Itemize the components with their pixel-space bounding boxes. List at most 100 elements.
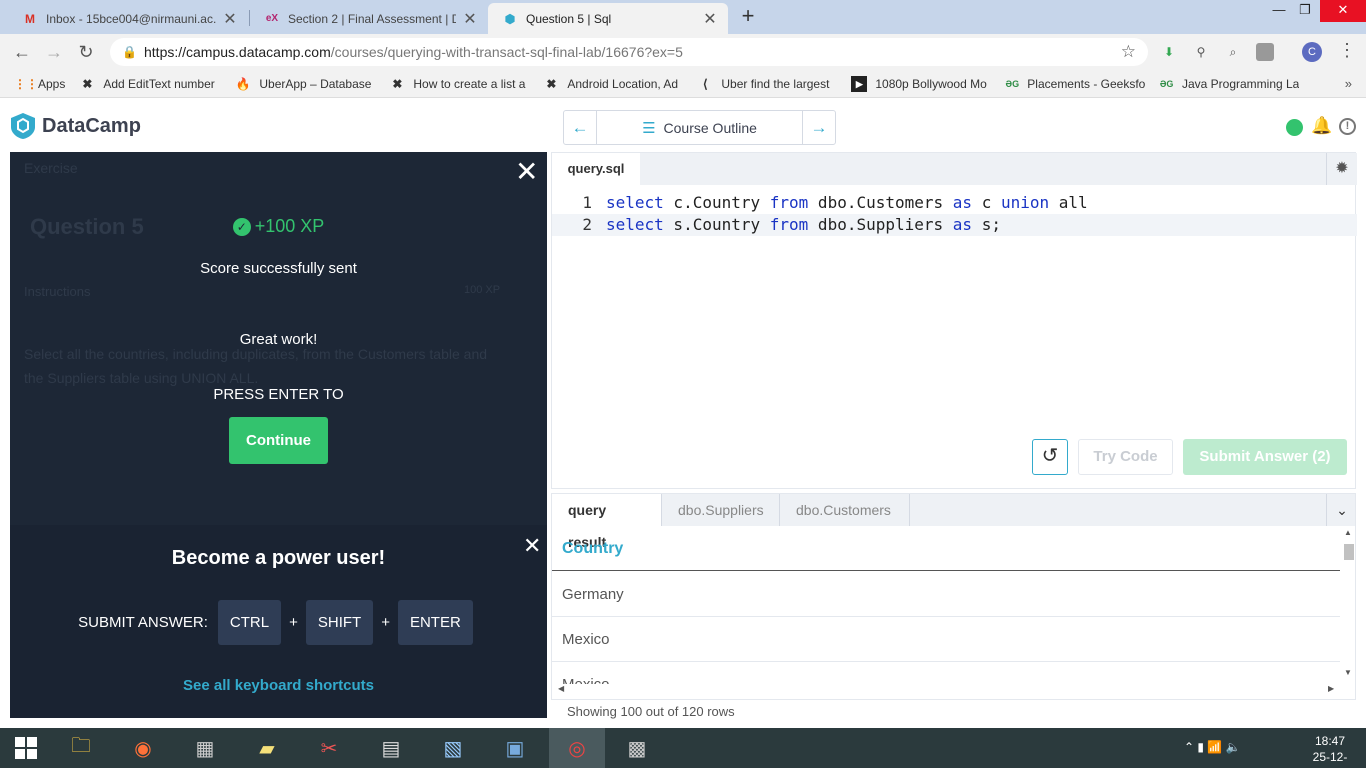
app-grid-icon[interactable]: ▩ — [621, 732, 653, 764]
bookmark-item[interactable]: ƏG Placements - Geeksfo — [1005, 76, 1146, 92]
sticky-notes-icon[interactable]: ▰ — [251, 732, 283, 764]
tab-title: Question 5 | Sql — [526, 11, 612, 26]
chrome-icon[interactable]: ◎ — [549, 728, 605, 768]
bookmark-item[interactable]: 🔥 UberApp – Database — [235, 76, 375, 92]
play-icon: ▶ — [851, 75, 868, 92]
address-bar[interactable]: 🔒 https://campus.datacamp.com/courses/qu… — [110, 38, 1148, 66]
window-close-button[interactable]: ✕ — [1320, 0, 1366, 22]
url-path: /courses/querying-with-transact-sql-fina… — [330, 44, 683, 60]
list-icon: ☰ — [642, 119, 656, 137]
scroll-up-icon[interactable]: ▲ — [1344, 528, 1352, 537]
scroll-thumb[interactable] — [1344, 544, 1354, 560]
geeksforgeeks-icon: ƏG — [1159, 78, 1174, 89]
bookmarks-bar: ⋮⋮ Apps ✖ Add EditText number 🔥 UberApp – D… — [0, 70, 1366, 98]
datacamp-shield-icon — [11, 113, 35, 139]
row-count-text: Showing 100 out of 120 rows — [567, 704, 735, 719]
course-outline-button[interactable]: ☰ Course Outline — [596, 111, 803, 144]
scroll-down-icon[interactable]: ▼ — [1344, 668, 1352, 677]
modal-close-icon[interactable]: ✕ — [515, 158, 538, 186]
brand-name: DataCamp — [42, 114, 141, 137]
close-icon[interactable]: ✕ — [702, 9, 718, 29]
new-tab-button[interactable]: + — [737, 5, 759, 27]
ghost-instructions-label: Instructions — [24, 284, 91, 299]
extension-download-icon[interactable]: ⬇ — [1160, 43, 1178, 61]
xp-gained: ✓ +100 XP — [10, 216, 547, 237]
bookmark-item[interactable]: ƏG Java Programming La — [1159, 76, 1299, 92]
tab-title: Inbox - 15bce004@nirmauni.ac.in — [46, 11, 216, 26]
close-icon[interactable]: ✕ — [462, 9, 478, 29]
ghost-exercise-label: Exercise — [24, 160, 78, 176]
vertical-scrollbar[interactable]: ▲ ▼ — [1341, 526, 1355, 686]
system-tray-icons[interactable]: ⌃ ▮ 📶 🔈 — [1184, 740, 1241, 754]
try-code-button[interactable]: Try Code — [1078, 439, 1173, 475]
more-bookmarks-icon[interactable]: » — [1345, 76, 1352, 91]
bookmark-item[interactable]: ✖ How to create a list a — [389, 76, 529, 92]
editor-tab-query-sql[interactable]: query.sql — [552, 153, 640, 185]
code-text: dbo.Customers — [808, 193, 953, 212]
reload-icon[interactable]: ↻ — [74, 40, 98, 64]
continue-button[interactable]: Continue — [229, 417, 328, 464]
restore-button[interactable]: ❐ — [1288, 0, 1322, 22]
reset-code-button[interactable]: ↺ — [1032, 439, 1068, 475]
bookmark-item[interactable]: ▶ 1080p Bollywood Mo — [851, 75, 991, 92]
results-tab-bar: query result dbo.Suppliers dbo.Customers… — [552, 494, 1355, 550]
bookmark-label: Apps — [38, 76, 66, 91]
submit-answer-button[interactable]: Submit Answer (2) — [1183, 439, 1347, 475]
bookmark-star-icon[interactable]: ☆ — [1121, 42, 1136, 62]
tab-gmail[interactable]: M Inbox - 15bce004@nirmauni.ac.in ✕ — [8, 3, 248, 34]
code-line[interactable]: 2 select s.Country from dbo.Suppliers as … — [552, 214, 1357, 236]
notepad-icon[interactable]: ▧ — [437, 732, 469, 764]
horizontal-scrollbar[interactable]: ◀ ▶ — [552, 684, 1341, 696]
datacamp-logo[interactable]: DataCamp — [10, 112, 141, 140]
tab-suppliers[interactable]: dbo.Suppliers — [662, 494, 780, 526]
power-user-panel: ✕ Become a power user! SUBMIT ANSWER: CT… — [10, 525, 547, 718]
profile-avatar[interactable]: C — [1302, 42, 1322, 62]
bookmark-item[interactable]: ✖ Android Location, Ad — [543, 76, 683, 92]
clock[interactable]: 18:47 25-12-2018 — [1300, 733, 1360, 768]
search-icon[interactable]: ⌕ — [1224, 43, 1242, 61]
control-panel-icon[interactable]: ▣ — [499, 732, 531, 764]
info-icon[interactable]: ! — [1339, 118, 1356, 135]
submit-answer-label: SUBMIT ANSWER: — [78, 614, 208, 631]
sql-keyword: union — [1000, 193, 1050, 212]
see-all-shortcuts-link[interactable]: See all keyboard shortcuts — [10, 677, 547, 694]
performance-monitor-icon[interactable]: ▦ — [189, 732, 221, 764]
back-icon[interactable]: ← — [10, 40, 34, 64]
windows-start-icon[interactable] — [10, 732, 42, 764]
bookmark-apps[interactable]: ⋮⋮ Apps — [14, 76, 65, 92]
code-line[interactable]: 1 select c.Country from dbo.Customers as … — [552, 192, 1357, 214]
menu-icon[interactable]: ⋮ — [1338, 40, 1356, 61]
key-ctrl: CTRL — [217, 600, 282, 645]
sql-keyword: from — [769, 193, 809, 212]
forward-icon[interactable]: → — [42, 40, 66, 64]
x-bookmark-icon: ✖ — [82, 76, 93, 91]
bell-icon[interactable]: 🔔 — [1311, 116, 1332, 136]
next-exercise-button[interactable]: → — [803, 111, 835, 144]
settings-icon[interactable]: ✹ — [1326, 153, 1357, 185]
tab-query-result[interactable]: query result — [552, 494, 662, 550]
code-text: c.Country — [663, 193, 770, 212]
extension-square-icon[interactable] — [1256, 43, 1274, 61]
code-text: dbo.Suppliers — [808, 215, 953, 234]
scroll-right-icon[interactable]: ▶ — [1328, 684, 1334, 693]
scroll-left-icon[interactable]: ◀ — [558, 684, 564, 693]
line-number: 2 — [582, 215, 592, 234]
bookmark-item[interactable]: ✖ Add EditText number — [79, 76, 221, 92]
firefox-icon[interactable]: ◉ — [127, 732, 159, 764]
bookmark-item[interactable]: ⟨ Uber find the largest — [697, 76, 837, 92]
tab-datacamp[interactable]: ⬢ Question 5 | Sql ✕ — [488, 3, 728, 34]
course-navigation: ← ☰ Course Outline → — [563, 110, 836, 145]
snipping-tool-icon[interactable]: ✂ — [313, 732, 345, 764]
tab-edx[interactable]: eX Section 2 | Final Assessment | DA ✕ — [250, 3, 488, 34]
extension-bike-icon[interactable]: ⚲ — [1192, 43, 1210, 61]
completion-modal: Exercise Question 5 Instructions 100 XP … — [10, 152, 547, 525]
table-row: Mexico — [552, 617, 1340, 662]
editor-tab-bar: query.sql ✹ — [552, 153, 1357, 185]
url-host: https://campus.datacamp.com — [144, 44, 331, 60]
file-explorer-icon[interactable]: 🗀 — [65, 732, 97, 764]
chevron-down-icon[interactable]: ⌄ — [1326, 494, 1355, 526]
tab-customers[interactable]: dbo.Customers — [780, 494, 910, 526]
previous-exercise-button[interactable]: ← — [564, 111, 596, 144]
close-icon[interactable]: ✕ — [222, 9, 238, 29]
calculator-icon[interactable]: ▤ — [375, 732, 407, 764]
